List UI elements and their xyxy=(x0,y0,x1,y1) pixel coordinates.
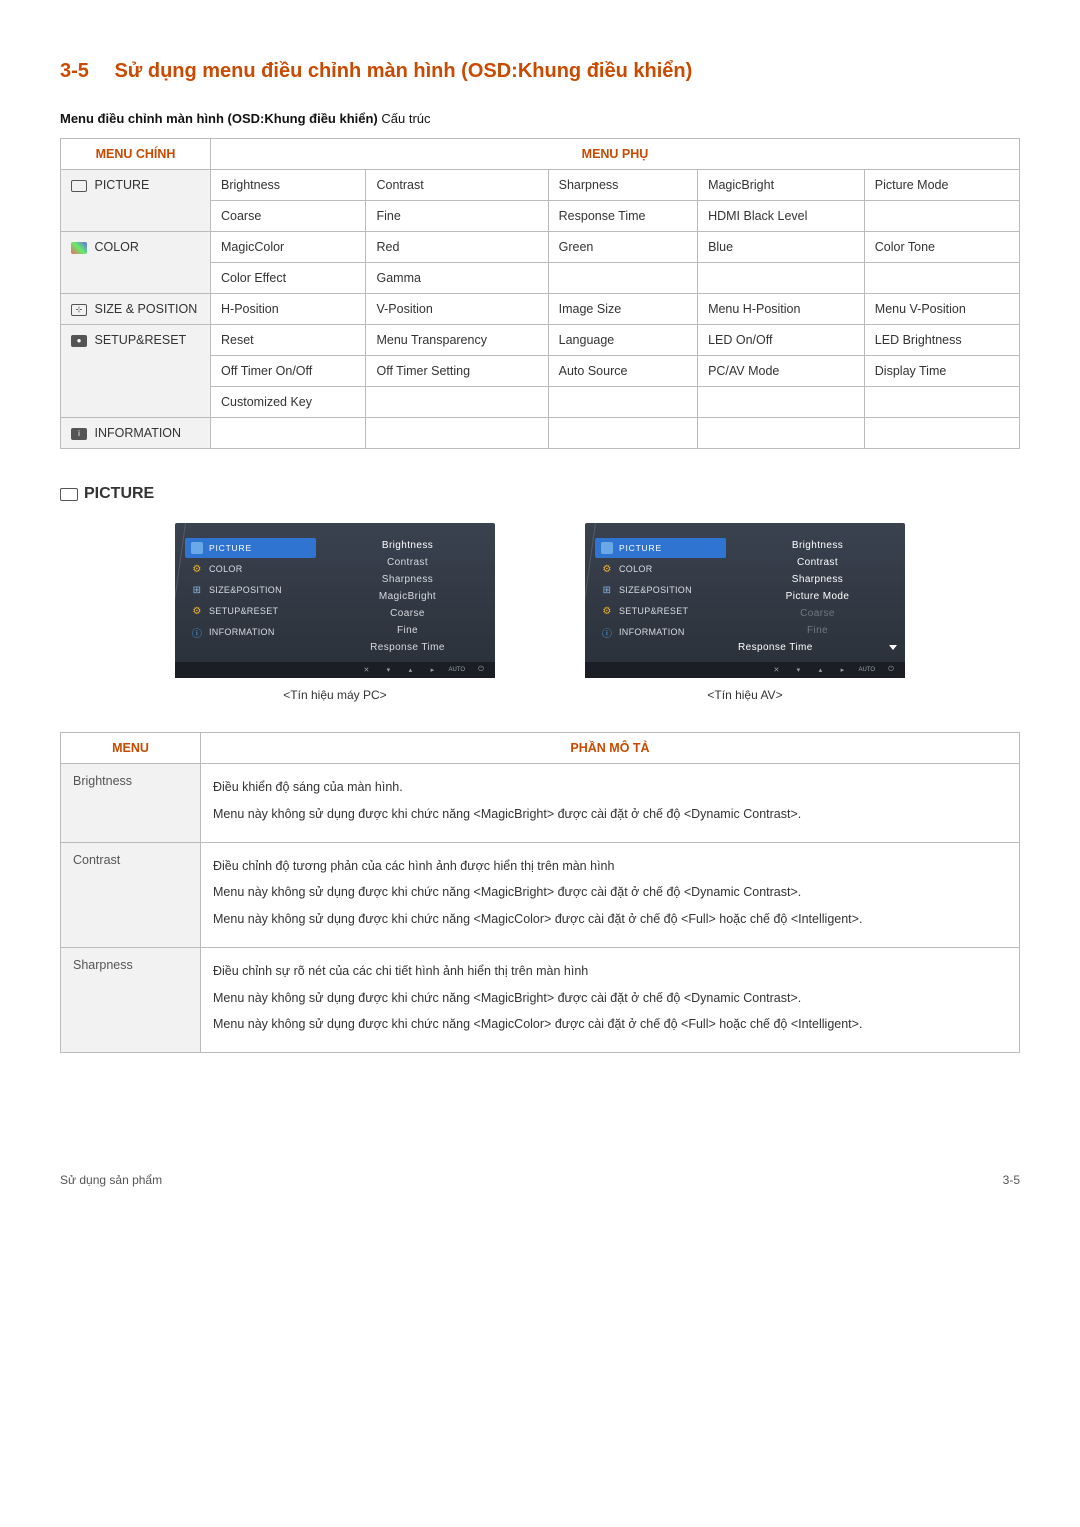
setup-nav-icon xyxy=(601,605,613,617)
enter-icon: ▸ xyxy=(426,665,438,675)
osd-nav-size: SIZE&POSITION xyxy=(185,580,316,600)
osd-nav-color: COLOR xyxy=(185,559,316,579)
footer-right: 3-5 xyxy=(1003,1173,1020,1187)
auto-icon: AUTO xyxy=(858,665,875,675)
th-desc: PHẦN MÔ TẢ xyxy=(201,733,1020,764)
section-number: 3-5 xyxy=(60,60,89,82)
section-heading: 3-5 Sử dụng menu điều chỉnh màn hình (OS… xyxy=(60,60,1020,83)
desc-menu-contrast: Contrast xyxy=(61,842,201,947)
desc-contrast: Điều chỉnh độ tương phản của các hình ản… xyxy=(201,842,1020,947)
power-icon: ⏻ xyxy=(475,665,487,675)
osd-nav-color: COLOR xyxy=(595,559,726,579)
main-menu-setup: ● SETUP&RESET xyxy=(61,325,211,418)
picture-icon xyxy=(71,180,87,192)
down-icon: ▾ xyxy=(382,665,394,675)
size-nav-icon xyxy=(191,584,203,596)
setup-icon: ● xyxy=(71,335,87,347)
th-menu: MENU xyxy=(61,733,201,764)
main-menu-color: COLOR xyxy=(61,232,211,294)
th-main-menu: MENU CHÍNH xyxy=(61,139,211,170)
osd-nav-size: SIZE&POSITION xyxy=(595,580,726,600)
picture-heading: PICTURE xyxy=(60,485,1020,503)
enter-icon: ▸ xyxy=(836,665,848,675)
osd-pc-panel: PICTURE COLOR SIZE&POSITION SETUP&RESET … xyxy=(175,523,495,702)
osd-av-caption: <Tín hiệu AV> xyxy=(585,688,905,702)
size-nav-icon xyxy=(601,584,613,596)
size-icon: ⊹ xyxy=(71,304,87,316)
setup-nav-icon xyxy=(191,605,203,617)
desc-menu-sharpness: Sharpness xyxy=(61,947,201,1052)
osd-nav-picture: PICTURE xyxy=(185,538,316,558)
osd-pc-caption: <Tín hiệu máy PC> xyxy=(175,688,495,702)
info-nav-icon xyxy=(191,626,203,638)
main-menu-info: i INFORMATION xyxy=(61,418,211,449)
info-nav-icon xyxy=(601,626,613,638)
power-icon: ⏻ xyxy=(885,665,897,675)
close-icon: ✕ xyxy=(770,665,782,675)
down-icon: ▾ xyxy=(792,665,804,675)
description-table: MENU PHẦN MÔ TẢ Brightness Điều khiển độ… xyxy=(60,732,1020,1053)
section-title: Sử dụng menu điều chỉnh màn hình (OSD:Kh… xyxy=(114,60,692,82)
info-icon: i xyxy=(71,428,87,440)
auto-icon: AUTO xyxy=(448,665,465,675)
main-menu-picture: PICTURE xyxy=(61,170,211,232)
osd-nav-info: INFORMATION xyxy=(595,622,726,642)
osd-nav-setup: SETUP&RESET xyxy=(595,601,726,621)
osd-nav-info: INFORMATION xyxy=(185,622,316,642)
osd-footer: ✕ ▾ ▴ ▸ AUTO ⏻ xyxy=(175,662,495,678)
menu-structure-table: MENU CHÍNH MENU PHỤ PICTURE Brightness C… xyxy=(60,138,1020,449)
structure-subheading: Menu điều chỉnh màn hình (OSD:Khung điều… xyxy=(60,111,1020,126)
picture-nav-icon xyxy=(601,542,613,554)
up-icon: ▴ xyxy=(404,665,416,675)
osd-nav-setup: SETUP&RESET xyxy=(185,601,316,621)
chevron-down-icon xyxy=(889,645,897,650)
up-icon: ▴ xyxy=(814,665,826,675)
color-nav-icon xyxy=(191,563,203,575)
color-icon xyxy=(71,242,87,254)
osd-footer: ✕ ▾ ▴ ▸ AUTO ⏻ xyxy=(585,662,905,678)
th-sub-menu: MENU PHỤ xyxy=(211,139,1020,170)
page-footer: Sử dụng sản phẩm 3-5 xyxy=(60,1173,1020,1187)
close-icon: ✕ xyxy=(360,665,372,675)
desc-sharpness: Điều chỉnh sự rõ nét của các chi tiết hì… xyxy=(201,947,1020,1052)
picture-heading-icon xyxy=(60,488,78,501)
desc-menu-brightness: Brightness xyxy=(61,764,201,843)
desc-brightness: Điều khiển độ sáng của màn hình. Menu nà… xyxy=(201,764,1020,843)
main-menu-size: ⊹ SIZE & POSITION xyxy=(61,294,211,325)
footer-left: Sử dụng sản phẩm xyxy=(60,1173,162,1187)
osd-screenshot-row: PICTURE COLOR SIZE&POSITION SETUP&RESET … xyxy=(60,523,1020,702)
color-nav-icon xyxy=(601,563,613,575)
picture-nav-icon xyxy=(191,542,203,554)
osd-nav-picture: PICTURE xyxy=(595,538,726,558)
osd-av-panel: PICTURE COLOR SIZE&POSITION SETUP&RESET … xyxy=(585,523,905,702)
